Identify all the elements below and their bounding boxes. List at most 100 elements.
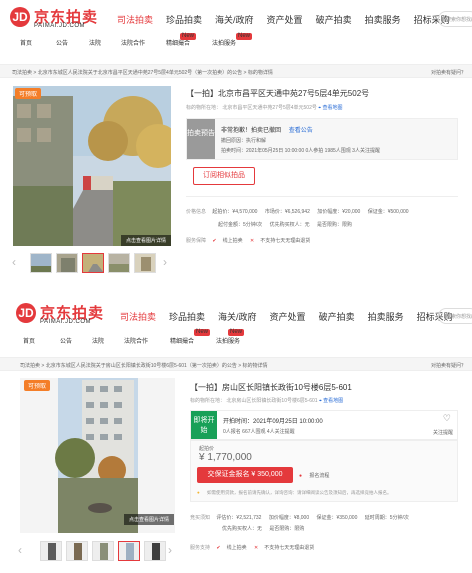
- nav-auction-service[interactable]: 拍卖服务: [368, 310, 404, 323]
- map-pin-icon[interactable]: ⌖: [318, 105, 321, 111]
- view-notice-link[interactable]: 查看公告: [289, 128, 313, 134]
- thumbnail[interactable]: [92, 541, 114, 561]
- thumbnail[interactable]: [40, 541, 62, 561]
- deposit-register-button[interactable]: 交保证金报名 ¥ 350,000: [197, 467, 293, 483]
- view-map-link[interactable]: 查看地图: [322, 105, 342, 111]
- nav-treasure-auction[interactable]: 珍品拍卖: [166, 13, 202, 26]
- service-no-return: 不支持七天无理由退货: [264, 545, 315, 551]
- jd-paimai-logo[interactable]: JD 京东拍卖 PAIMAI.JD.COM: [16, 302, 116, 328]
- page-screenshot-2: JD 京东拍卖 PAIMAI.JD.COM 司法拍卖 珍品拍卖 海关/政府 资产…: [0, 294, 472, 573]
- withdrawn-message: 非常抱歉！拍卖已撤回: [221, 128, 282, 134]
- location-line: 标的物所在地： 北京房山区长阳镇长政街10号楼6层5-601 ⌖ 查看地图: [190, 397, 343, 404]
- register-process-link[interactable]: 报名流程: [309, 473, 329, 479]
- nav-bankruptcy-auction[interactable]: 破产拍卖: [319, 310, 355, 323]
- breadcrumb-path[interactable]: 司法拍卖 > 北京市东城区人民法院关于房山区长阳镇长政街10号楼6层5-601（…: [20, 362, 268, 369]
- thumbnail-selected[interactable]: [118, 541, 140, 561]
- loan-notice-text: 如需使用贷款，报名前请先确认，详询咨询：请详细阅读公告及须知后，再选择竞拍人报名…: [206, 490, 392, 495]
- auction-time-stats: 拍卖时间：2021年05月25日 10:00:00 0人参拍 1985人围观 3…: [221, 148, 380, 154]
- deposit: 保证金：¥350,000: [316, 515, 358, 521]
- map-pin-icon[interactable]: ⌖: [319, 398, 322, 404]
- prev-arrow-icon[interactable]: ‹: [18, 543, 22, 557]
- nav-treasure-auction[interactable]: 珍品拍卖: [169, 310, 205, 323]
- new-badge: New: [194, 329, 211, 336]
- search-input[interactable]: 搜索你想找的: [438, 308, 472, 324]
- subnav-home[interactable]: 首页: [23, 336, 35, 345]
- purchase-limit: 是否限购：限购: [269, 526, 305, 532]
- thumbnail[interactable]: [144, 541, 166, 561]
- thumbnail[interactable]: [66, 541, 88, 561]
- subnav-notice[interactable]: 公告: [56, 38, 68, 47]
- thumbnail[interactable]: [56, 253, 78, 273]
- service-row: 服务支持 ✔ 线上拍卖 ✕ 不支持七天无理由退货: [190, 544, 320, 551]
- next-arrow-icon[interactable]: ›: [163, 255, 167, 269]
- listing-title: 【一拍】房山区长阳镇长政街10号楼6层5-601: [190, 383, 352, 392]
- help-link[interactable]: 对拍卖有疑问？: [431, 69, 466, 76]
- thumbnail[interactable]: [108, 253, 130, 273]
- nav-asset-disposal[interactable]: 资产处置: [270, 310, 306, 323]
- loan-notice: ● 如需使用贷款，报名前请先确认，详询咨询：请详细阅读公告及须知后，再选择竞拍人…: [197, 490, 397, 496]
- cross-icon: ✕: [250, 238, 255, 244]
- price-row: 竞买须知 评估价：¥2,521,732 加价幅度：¥8,000 保证金：¥350…: [190, 514, 415, 521]
- subnav-service[interactable]: 法拍服务: [212, 38, 236, 47]
- service-row: 服务保障 ✔ 线上拍卖 ✕ 不支持七天无理由退货: [186, 237, 316, 244]
- prev-arrow-icon[interactable]: ‹: [12, 255, 16, 269]
- nav-auction-service[interactable]: 拍卖服务: [365, 13, 401, 26]
- nav-judicial-auction[interactable]: 司法拍卖: [117, 13, 153, 26]
- start-price-label: 起拍价: [199, 446, 215, 452]
- subnav-matching[interactable]: 精细撮合: [170, 336, 194, 345]
- main-nav: 司法拍卖 珍品拍卖 海关/政府 资产处置 破产拍卖 拍卖服务 招标采购: [120, 310, 466, 323]
- nav-customs-gov[interactable]: 海关/政府: [215, 13, 254, 26]
- service-label: 服务支持: [190, 545, 211, 551]
- breadcrumb: 司法拍卖 > 北京市东城区人民法院关于北京市昌平区天通中苑27号5层4单元502…: [0, 64, 472, 78]
- subnav-court[interactable]: 法院: [92, 336, 104, 345]
- stage-label: 即将开始: [191, 411, 217, 439]
- property-photo[interactable]: 可预取 点击查看图片详情: [13, 86, 171, 246]
- follow-reminder-button[interactable]: 关注提醒: [433, 429, 453, 436]
- thumbnail[interactable]: [30, 253, 52, 273]
- start-time: 开拍时间：2021年09月25日 10:00:00: [223, 419, 323, 425]
- view-photos-button[interactable]: 点击查看图片详情: [120, 235, 171, 246]
- nav-judicial-auction[interactable]: 司法拍卖: [120, 310, 156, 323]
- help-link[interactable]: 对拍卖有疑问？: [431, 362, 466, 369]
- jd-logo-icon: JD: [16, 303, 36, 323]
- watch-stats: 0人报名 667人围观 4人关注提醒: [223, 429, 295, 435]
- price-row-2: 优先购买权人：无 是否限购：限购: [222, 525, 310, 532]
- new-badge: New: [228, 329, 245, 336]
- increment: 加价幅度：¥8,000: [268, 515, 310, 521]
- nav-bankruptcy-auction[interactable]: 破产拍卖: [316, 13, 352, 26]
- delay-cycle: 延时周期：5分钟/次: [364, 515, 409, 521]
- start-price: 起拍价：¥4,570,000: [212, 209, 258, 215]
- auction-status-panel: 拍卖预告 非常抱歉！拍卖已撤回 查看公告 撤回原因：执行和解 拍卖时间：2021…: [186, 118, 458, 160]
- jd-paimai-logo[interactable]: JD 京东拍卖 PAIMAI.JD.COM: [10, 6, 110, 32]
- nav-asset-disposal[interactable]: 资产处置: [267, 13, 303, 26]
- jd-logo-icon: JD: [10, 7, 30, 27]
- delay-cycle: 起付金额：5分钟/次: [218, 222, 263, 228]
- subnav-notice[interactable]: 公告: [60, 336, 72, 345]
- subscribe-similar-button[interactable]: 订阅相似拍品: [193, 167, 255, 185]
- subnav-court-coop[interactable]: 法院合作: [124, 336, 148, 345]
- subnav-court-coop[interactable]: 法院合作: [121, 38, 145, 47]
- property-photo[interactable]: 可预取 点击查看图片详情: [20, 378, 175, 533]
- view-photos-button[interactable]: 点击查看图片详情: [124, 514, 175, 525]
- bell-icon[interactable]: ♡: [443, 413, 451, 424]
- view-map-link[interactable]: 查看地图: [323, 398, 343, 404]
- subnav-home[interactable]: 首页: [20, 38, 32, 47]
- price-info-label: 竞买须知: [190, 515, 211, 521]
- thumbnail[interactable]: [134, 253, 156, 273]
- purchase-limit: 是否限购：限购: [316, 222, 352, 228]
- logo-domain: PAIMAI.JD.COM: [34, 23, 86, 29]
- check-icon: ✔: [212, 238, 217, 244]
- appraised-price: 评估价：¥2,521,732: [216, 515, 262, 521]
- thumbnail-selected[interactable]: [82, 253, 104, 273]
- tip-icon: ●: [197, 490, 200, 495]
- location-label: 标的物所在地：: [186, 105, 222, 111]
- subnav-service[interactable]: 法拍服务: [216, 336, 240, 345]
- location-label: 标的物所在地：: [190, 398, 226, 404]
- priority-buyer: 优先购买权人：无: [269, 222, 310, 228]
- subnav-court[interactable]: 法院: [89, 38, 101, 47]
- breadcrumb-path[interactable]: 司法拍卖 > 北京市东城区人民法院关于北京市昌平区天通中苑27号5层4单元502…: [12, 69, 273, 76]
- search-input[interactable]: 搜索你想找的: [438, 11, 472, 27]
- process-line: ● 报名流程: [299, 472, 335, 479]
- stage-label: 拍卖预告: [187, 119, 215, 159]
- nav-customs-gov[interactable]: 海关/政府: [218, 310, 257, 323]
